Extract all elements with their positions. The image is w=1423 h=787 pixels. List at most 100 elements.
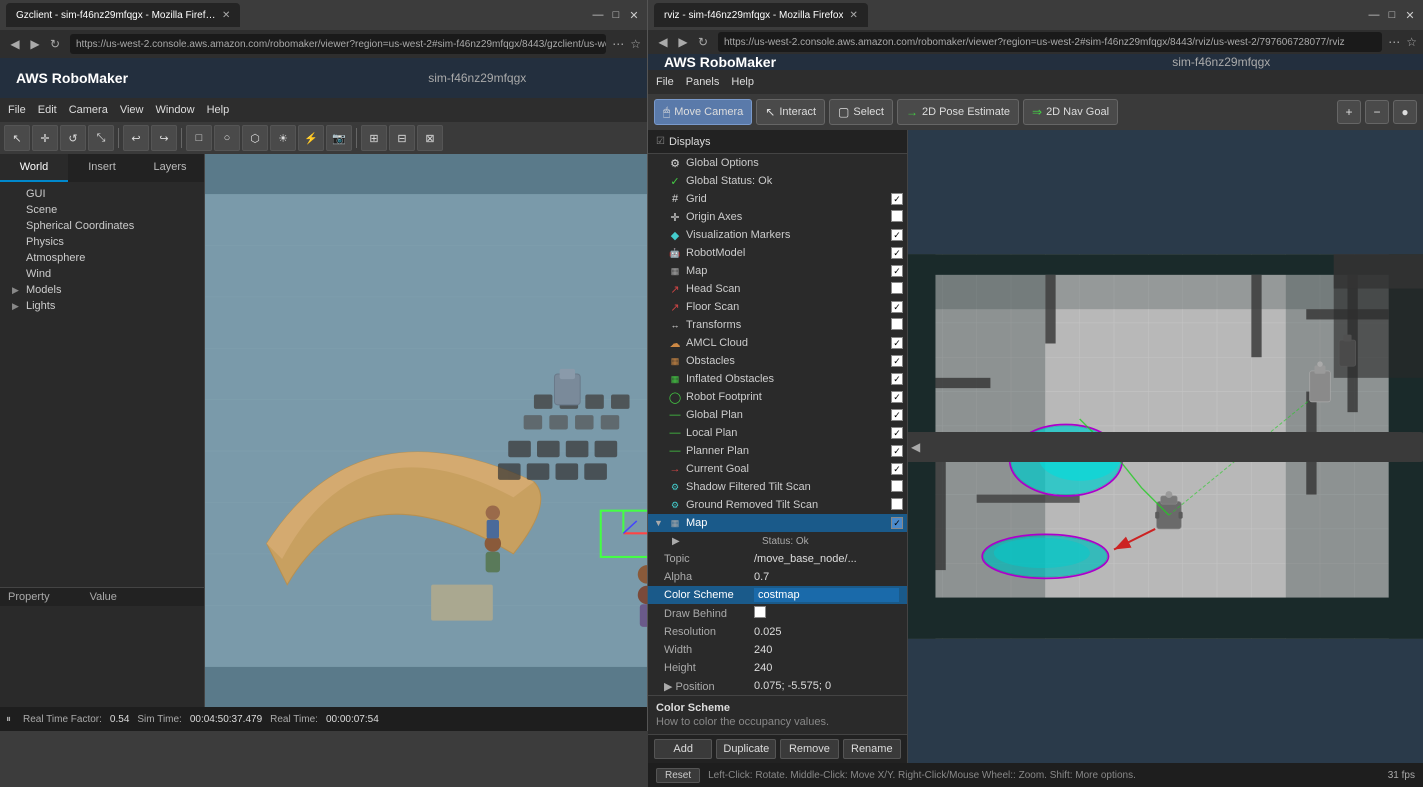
tree-item-wind[interactable]: Wind	[0, 266, 204, 282]
obstacles-checkbox[interactable]	[891, 355, 903, 368]
origin-axes-checkbox[interactable]	[891, 210, 903, 225]
display-local-plan[interactable]: — Local Plan	[648, 424, 907, 442]
sphere-button[interactable]: ○	[214, 125, 240, 151]
remove-display-button[interactable]: Remove	[780, 739, 838, 759]
display-shadow-tilt-scan[interactable]: ⚙ Shadow Filtered Tilt Scan	[648, 478, 907, 496]
display-amcl-cloud[interactable]: ☁ AMCL Cloud	[648, 334, 907, 352]
right-menu-panels[interactable]: Panels	[686, 76, 720, 88]
robot-footprint-checkbox[interactable]	[891, 391, 903, 404]
point-light-button[interactable]: ⚡	[298, 125, 324, 151]
right-browser-tab[interactable]: rviz - sim-f46nz29mfqgx - Mozilla Firefo…	[654, 3, 868, 27]
pause-button[interactable]: ⏸	[6, 714, 11, 725]
right-minimize-button[interactable]: —	[1367, 8, 1381, 22]
map1-checkbox[interactable]	[891, 265, 903, 278]
align-button[interactable]: ⊞	[361, 125, 387, 151]
sidebar-tab-insert[interactable]: Insert	[68, 154, 136, 182]
right-viewport[interactable]: ◀	[908, 130, 1423, 763]
display-ground-removed-tilt[interactable]: ⚙ Ground Removed Tilt Scan	[648, 496, 907, 514]
tree-item-models[interactable]: ▶ Models	[0, 282, 204, 298]
right-maximize-button[interactable]: □	[1385, 8, 1399, 22]
map2-checkbox[interactable]	[891, 517, 903, 530]
left-menu-help[interactable]: Help	[207, 104, 230, 116]
left-maximize-button[interactable]: □	[609, 8, 623, 22]
left-minimize-button[interactable]: —	[591, 8, 605, 22]
sidebar-tab-layers[interactable]: Layers	[136, 154, 204, 182]
left-menu-camera[interactable]: Camera	[69, 104, 108, 116]
left-menu-view[interactable]: View	[120, 104, 144, 116]
right-tab-close[interactable]: ✕	[849, 10, 857, 21]
duplicate-display-button[interactable]: Duplicate	[716, 739, 776, 759]
scale-tool-button[interactable]: ⤡	[88, 125, 114, 151]
right-forward-button[interactable]: ▶	[674, 33, 692, 51]
redo-button[interactable]: ↪	[151, 125, 177, 151]
display-head-scan[interactable]: ↗ Head Scan	[648, 280, 907, 298]
left-menu-dots[interactable]: ⋯	[612, 37, 624, 51]
local-plan-checkbox[interactable]	[891, 427, 903, 440]
display-inflated-obstacles[interactable]: ▦ Inflated Obstacles	[648, 370, 907, 388]
current-goal-checkbox[interactable]	[891, 463, 903, 476]
tree-item-atmosphere[interactable]: Atmosphere	[0, 250, 204, 266]
tree-item-lights[interactable]: ▶ Lights	[0, 298, 204, 314]
display-origin-axes[interactable]: ✛ Origin Axes	[648, 208, 907, 226]
left-reload-button[interactable]: ↻	[46, 35, 64, 53]
display-robot-footprint[interactable]: ◯ Robot Footprint	[648, 388, 907, 406]
ground-removed-checkbox[interactable]	[891, 498, 903, 513]
display-current-goal[interactable]: → Current Goal	[648, 460, 907, 478]
collapse-panel-button[interactable]: ◀	[908, 432, 1423, 462]
tree-item-physics[interactable]: Physics	[0, 234, 204, 250]
left-browser-tab[interactable]: Gzclient - sim-f46nz29mfqgx - Mozilla Fi…	[6, 3, 240, 27]
add-display-button[interactable]: Add	[654, 739, 712, 759]
left-menu-file[interactable]: File	[8, 104, 26, 116]
transforms-checkbox[interactable]	[891, 318, 903, 333]
display-planner-plan[interactable]: — Planner Plan	[648, 442, 907, 460]
left-menu-window[interactable]: Window	[155, 104, 194, 116]
right-menu-help[interactable]: Help	[731, 76, 754, 88]
pose-estimate-button[interactable]: → 2D Pose Estimate	[897, 99, 1019, 125]
settings-button[interactable]: ●	[1393, 100, 1417, 124]
left-viewport[interactable]	[205, 154, 647, 707]
tree-item-spherical[interactable]: Spherical Coordinates	[0, 218, 204, 234]
prop-color-scheme[interactable]: Color Scheme costmap	[648, 586, 907, 604]
translate-tool-button[interactable]: ✛	[32, 125, 58, 151]
display-robot-model[interactable]: 🤖 RobotModel	[648, 244, 907, 262]
snap-button[interactable]: ⊟	[389, 125, 415, 151]
head-scan-checkbox[interactable]	[891, 282, 903, 297]
light-button[interactable]: ☀	[270, 125, 296, 151]
display-floor-scan[interactable]: ↗ Floor Scan	[648, 298, 907, 316]
cylinder-button[interactable]: ⬡	[242, 125, 268, 151]
planner-plan-checkbox[interactable]	[891, 445, 903, 458]
right-close-button[interactable]: ✕	[1403, 8, 1417, 22]
left-bookmark-icon[interactable]: ☆	[630, 37, 641, 51]
display-map-1[interactable]: ▦ Map	[648, 262, 907, 280]
display-obstacles[interactable]: ▦ Obstacles	[648, 352, 907, 370]
left-address-bar[interactable]: https://us-west-2.console.aws.amazon.com…	[70, 34, 606, 54]
screenshot-button[interactable]: 📷	[326, 125, 352, 151]
display-viz-markers[interactable]: ◆ Visualization Markers	[648, 226, 907, 244]
shadow-tilt-scan-checkbox[interactable]	[891, 480, 903, 495]
right-bookmark-icon[interactable]: ☆	[1406, 35, 1417, 49]
left-forward-button[interactable]: ▶	[26, 35, 44, 53]
display-map-2[interactable]: ▼ ▦ Map	[648, 514, 907, 532]
robot-model-checkbox[interactable]	[891, 247, 903, 260]
box-button[interactable]: □	[186, 125, 212, 151]
left-menu-edit[interactable]: Edit	[38, 104, 57, 116]
tree-item-gui[interactable]: GUI	[0, 186, 204, 202]
tree-item-scene[interactable]: Scene	[0, 202, 204, 218]
display-transforms[interactable]: ↔ Transforms	[648, 316, 907, 334]
interact-button[interactable]: ↖ Interact	[756, 99, 825, 125]
left-tab-close[interactable]: ✕	[222, 10, 230, 21]
nav-goal-button[interactable]: ⇒ 2D Nav Goal	[1023, 99, 1118, 125]
left-back-button[interactable]: ◀	[6, 35, 24, 53]
display-global-status[interactable]: ✓ Global Status: Ok	[648, 172, 907, 190]
inflated-obstacles-checkbox[interactable]	[891, 373, 903, 386]
rotate-tool-button[interactable]: ↺	[60, 125, 86, 151]
undo-button[interactable]: ↩	[123, 125, 149, 151]
right-address-bar[interactable]: https://us-west-2.console.aws.amazon.com…	[718, 32, 1382, 52]
zoom-in-button[interactable]: +	[1337, 100, 1361, 124]
display-global-options[interactable]: ⚙ Global Options	[648, 154, 907, 172]
reset-view-button[interactable]: Reset	[656, 768, 700, 783]
select-tool-button[interactable]: ↖	[4, 125, 30, 151]
display-global-plan[interactable]: — Global Plan	[648, 406, 907, 424]
grid-button[interactable]: ⊠	[417, 125, 443, 151]
floor-scan-checkbox[interactable]	[891, 301, 903, 314]
